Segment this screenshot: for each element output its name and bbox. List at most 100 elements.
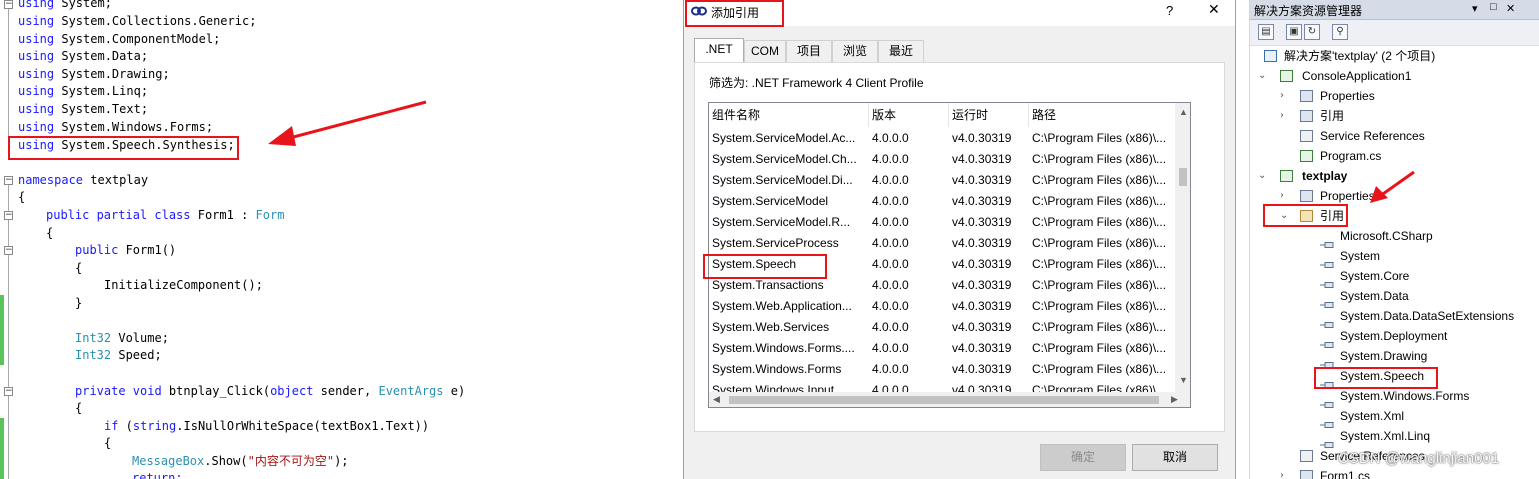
refresh-icon[interactable]: ↻ bbox=[1304, 24, 1320, 40]
component-path: C:\Program Files (x86)\... bbox=[1032, 320, 1167, 334]
scroll-down-icon[interactable]: ▼ bbox=[1179, 375, 1188, 385]
expand-chevron-icon[interactable]: › bbox=[1280, 106, 1284, 126]
vertical-scrollbar[interactable]: ▲ ▼ bbox=[1175, 103, 1190, 392]
tab-browse[interactable]: 浏览 bbox=[832, 40, 878, 62]
view-class-diagram-icon[interactable]: ⚲ bbox=[1332, 24, 1348, 40]
assembly-reference-icon bbox=[1320, 254, 1334, 268]
expand-chevron-icon[interactable]: › bbox=[1280, 86, 1284, 106]
csharp-project-icon bbox=[1280, 170, 1293, 182]
properties-icon[interactable]: ▤ bbox=[1258, 24, 1274, 40]
assembly-reference-icon bbox=[1320, 234, 1334, 248]
code-line: using System.ComponentModel; bbox=[18, 32, 221, 46]
code-line: Int32 Volume; bbox=[75, 331, 169, 345]
collapse-icon[interactable]: − bbox=[4, 387, 13, 396]
component-row[interactable]: System.ServiceModel.Di... 4.0.0.0 v4.0.303… bbox=[709, 170, 1175, 191]
component-row[interactable]: System.ServiceModel 4.0.0.0 v4.0.30319 C:\P… bbox=[709, 191, 1175, 212]
component-runtime: v4.0.30319 bbox=[952, 320, 1012, 334]
close-button[interactable]: ✕ bbox=[1208, 2, 1220, 18]
code-editor[interactable]: − − − − − using System; using System.Col… bbox=[0, 0, 683, 479]
assembly-reference-icon bbox=[1320, 414, 1334, 428]
component-name: System.ServiceModel bbox=[712, 194, 829, 208]
component-row[interactable]: System.ServiceProcess 4.0.0.0 v4.0.30319 C:… bbox=[709, 233, 1175, 254]
component-runtime: v4.0.30319 bbox=[952, 362, 1012, 376]
form-file-icon bbox=[1300, 470, 1313, 479]
expand-chevron-icon[interactable]: › bbox=[1280, 186, 1284, 206]
component-name: System.Windows.Forms.... bbox=[712, 341, 855, 355]
tree-label: textplay bbox=[1302, 169, 1348, 183]
tree-label: System.Xml bbox=[1340, 409, 1405, 423]
horizontal-scrollbar[interactable]: ◀ ▶ bbox=[709, 392, 1190, 407]
expand-chevron-icon[interactable]: › bbox=[1280, 466, 1284, 479]
assembly-reference-icon bbox=[1320, 334, 1334, 348]
scroll-thumb[interactable] bbox=[729, 396, 1159, 404]
change-marker bbox=[0, 418, 4, 479]
tree-label: System.Deployment bbox=[1340, 329, 1448, 343]
tab-recent[interactable]: 最近 bbox=[878, 40, 924, 62]
add-reference-dialog: 添加引用 ? ✕ .NET COM 项目 浏览 最近 筛选为: .NET Fra… bbox=[683, 0, 1236, 479]
code-line: using System.Linq; bbox=[18, 84, 149, 98]
component-name: System.ServiceModel.R... bbox=[712, 215, 851, 229]
column-header-runtime[interactable]: 运行时 bbox=[949, 103, 1029, 127]
scroll-thumb[interactable] bbox=[1179, 168, 1187, 186]
collapse-icon[interactable]: − bbox=[4, 211, 13, 220]
code-line: InitializeComponent(); bbox=[104, 278, 263, 292]
assembly-reference-icon bbox=[1320, 294, 1334, 308]
collapse-icon[interactable]: − bbox=[4, 176, 13, 185]
component-runtime: v4.0.30319 bbox=[952, 257, 1012, 271]
code-line: using System; bbox=[18, 0, 112, 10]
component-row[interactable]: System.Windows.Forms 4.0.0.0 v4.0.30319 C:\… bbox=[709, 359, 1175, 380]
tree-label: System bbox=[1340, 249, 1381, 263]
component-row[interactable]: System.Web.Services 4.0.0.0 v4.0.30319 C:\P… bbox=[709, 317, 1175, 338]
properties-folder-icon bbox=[1300, 90, 1313, 102]
scroll-up-icon[interactable]: ▲ bbox=[1179, 107, 1188, 117]
tree-label: System.Windows.Forms bbox=[1340, 389, 1470, 403]
component-runtime: v4.0.30319 bbox=[952, 278, 1012, 292]
column-header-name[interactable]: 组件名称 bbox=[709, 103, 869, 127]
tab-net[interactable]: .NET bbox=[694, 38, 744, 62]
assembly-reference-icon bbox=[1320, 274, 1334, 288]
component-row[interactable]: System.ServiceModel.Ch... 4.0.0.0 v4.0.303… bbox=[709, 149, 1175, 170]
component-path: C:\Program Files (x86)\... bbox=[1032, 341, 1167, 355]
component-runtime: v4.0.30319 bbox=[952, 236, 1012, 250]
code-line: public partial class Form1 : Form bbox=[46, 208, 285, 222]
column-header-path[interactable]: 路径 bbox=[1029, 103, 1177, 127]
component-row[interactable]: System.Windows.Forms.... 4.0.0.0 v4.0.3031… bbox=[709, 338, 1175, 359]
scroll-left-icon[interactable]: ◀ bbox=[713, 394, 720, 405]
collapse-icon[interactable]: − bbox=[4, 246, 13, 255]
tree-label: System.Core bbox=[1340, 269, 1410, 283]
highlight-box bbox=[1263, 204, 1348, 227]
component-name: System.Web.Application... bbox=[712, 299, 852, 313]
tab-project[interactable]: 项目 bbox=[786, 40, 832, 62]
code-line: { bbox=[75, 261, 83, 275]
collapse-chevron-icon[interactable]: ⌄ bbox=[1258, 66, 1266, 86]
collapse-chevron-icon[interactable]: ⌄ bbox=[1258, 166, 1266, 186]
watermark: CSDN @wanglinjian001 bbox=[1338, 450, 1500, 467]
change-marker bbox=[0, 295, 4, 365]
column-header-version[interactable]: 版本 bbox=[869, 103, 949, 127]
cancel-button[interactable]: 取消 bbox=[1132, 444, 1218, 471]
component-row[interactable]: System.Web.Application... 4.0.0.0 v4.0.303… bbox=[709, 296, 1175, 317]
maximize-icon[interactable]: □ bbox=[1490, 1, 1497, 13]
component-row[interactable]: System.ServiceModel.R... 4.0.0.0 v4.0.3031… bbox=[709, 212, 1175, 233]
component-name: System.ServiceModel.Ac... bbox=[712, 131, 856, 145]
code-line: using System.Text; bbox=[18, 102, 149, 116]
tree-label: Program.cs bbox=[1320, 149, 1382, 163]
collapse-icon[interactable]: − bbox=[4, 0, 13, 9]
scroll-right-icon[interactable]: ▶ bbox=[1171, 394, 1178, 405]
highlight-box bbox=[8, 136, 239, 160]
dropdown-icon[interactable]: ▾ bbox=[1472, 2, 1478, 15]
close-icon[interactable]: ✕ bbox=[1506, 2, 1515, 15]
show-all-files-icon[interactable]: ▣ bbox=[1286, 24, 1302, 40]
component-path: C:\Program Files (x86)\... bbox=[1032, 299, 1167, 313]
component-path: C:\Program Files (x86)\... bbox=[1032, 362, 1167, 376]
help-button[interactable]: ? bbox=[1166, 3, 1173, 18]
component-version: 4.0.0.0 bbox=[872, 362, 909, 376]
tab-com[interactable]: COM bbox=[744, 40, 786, 62]
component-row[interactable]: System.ServiceModel.Ac... 4.0.0.0 v4.0.303… bbox=[709, 128, 1175, 149]
component-path: C:\Program Files (x86)\... bbox=[1032, 194, 1167, 208]
code-line: private void btnplay_Click(object sender… bbox=[75, 384, 466, 398]
tree-label: Microsoft.CSharp bbox=[1340, 229, 1433, 243]
ok-button[interactable]: 确定 bbox=[1040, 444, 1126, 471]
component-runtime: v4.0.30319 bbox=[952, 173, 1012, 187]
code-line: { bbox=[104, 436, 112, 450]
